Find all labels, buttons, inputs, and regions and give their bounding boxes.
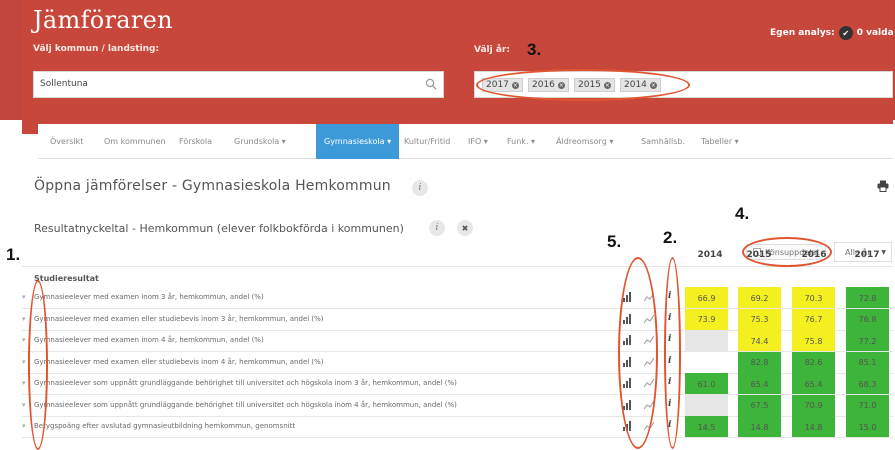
value-cell: 70.3 bbox=[792, 287, 835, 309]
value-cell: 71.0 bbox=[846, 394, 889, 417]
nav-item-samhallsb[interactable]: Samhällsb. bbox=[641, 124, 685, 159]
nav-item-kultur[interactable]: Kultur/Fritid bbox=[404, 124, 450, 159]
nav-item-aldreomsorg[interactable]: Äldreomsorg ▾ bbox=[556, 124, 613, 159]
value-cell: 72.8 bbox=[846, 287, 889, 309]
value-cell bbox=[685, 351, 728, 374]
valda-count: 0 valda bbox=[856, 28, 894, 38]
table-row[interactable]: ▾ Gymnasieelever med examen eller studieb… bbox=[22, 308, 893, 331]
value-cell bbox=[685, 394, 728, 417]
page-title: Öppna jämförelser - Gymnasieskola Hemkom… bbox=[34, 178, 391, 194]
value-cell: 61.0 bbox=[685, 373, 728, 395]
value-cell: 66.9 bbox=[685, 287, 728, 309]
section-title: Resultatnyckeltal - Hemkommun (elever fo… bbox=[34, 222, 404, 235]
highlight-ring bbox=[618, 257, 658, 449]
nav-item-ifo[interactable]: IFO ▾ bbox=[468, 124, 488, 159]
row-label: Gymnasieelever med examen inom 3 år, hem… bbox=[34, 293, 264, 301]
highlight-ring bbox=[742, 237, 832, 267]
value-cell: 74.4 bbox=[738, 330, 781, 352]
row-label: Betygspoäng efter avslutad gymnasieutbil… bbox=[34, 422, 296, 430]
nav-item-tabeller[interactable]: Tabeller ▾ bbox=[701, 124, 739, 159]
value-cell: 15.0 bbox=[846, 416, 889, 438]
info-icon[interactable]: i bbox=[412, 180, 428, 196]
info-icon[interactable]: i bbox=[429, 220, 445, 236]
value-cell: 75.8 bbox=[792, 330, 835, 352]
annotation-label: 2. bbox=[663, 228, 678, 247]
kommun-label: Välj kommun / landsting: bbox=[33, 44, 160, 54]
egen-analys[interactable]: Egen analys: ✔ 0 valda bbox=[770, 26, 894, 40]
print-icon[interactable] bbox=[877, 180, 889, 192]
check-icon: ✔ bbox=[838, 26, 853, 40]
main-nav: Översikt Om kommunen Förskola Grundskola… bbox=[38, 124, 893, 159]
kommun-search-input[interactable] bbox=[40, 79, 420, 89]
row-label: Gymnasieelever med examen inom 4 år, hem… bbox=[34, 336, 264, 344]
value-cell: 77.2 bbox=[846, 330, 889, 352]
value-cell: 82.8 bbox=[738, 351, 781, 374]
value-cell: 14.8 bbox=[738, 416, 781, 438]
table-row[interactable]: ▾ Gymnasieelever som uppnått grundläggand… bbox=[22, 394, 893, 417]
chevron-down-icon[interactable]: ▾ bbox=[22, 293, 26, 301]
value-cell: 14.8 bbox=[792, 416, 835, 438]
table-row[interactable]: ▾ Gymnasieelever med examen inom 4 år, he… bbox=[22, 330, 893, 352]
annotation-label: 5. bbox=[607, 232, 622, 251]
column-header-2014: 2014 bbox=[697, 250, 723, 260]
egen-analys-label: Egen analys: bbox=[770, 28, 835, 38]
annotation-label: 1. bbox=[6, 245, 21, 264]
search-icon[interactable] bbox=[425, 78, 437, 90]
table-row[interactable]: ▾ Gymnasieelever med examen inom 3 år, he… bbox=[22, 287, 893, 309]
table-row[interactable]: ▾ Betygspoäng efter avslutad gymnasieutbi… bbox=[22, 416, 893, 438]
value-cell: 68.3 bbox=[846, 373, 889, 395]
nav-item-oversikt[interactable]: Översikt bbox=[50, 124, 83, 159]
value-cell: 67.5 bbox=[738, 394, 781, 417]
value-cell: 76.7 bbox=[792, 308, 835, 331]
nav-item-funk[interactable]: Funk. ▾ bbox=[507, 124, 535, 159]
year-label: Välj år: bbox=[474, 45, 510, 55]
value-cell: 82.6 bbox=[792, 351, 835, 374]
kommun-search[interactable] bbox=[33, 71, 444, 98]
chevron-down-icon[interactable]: ▾ bbox=[22, 358, 26, 366]
value-cell: 65.4 bbox=[792, 373, 835, 395]
chevron-down-icon[interactable]: ▾ bbox=[22, 315, 26, 323]
row-label: Gymnasieelever med examen eller studiebe… bbox=[34, 314, 324, 323]
value-cell: 69.2 bbox=[738, 287, 781, 309]
app-title: Jämföraren bbox=[33, 6, 173, 34]
value-cell: 76.8 bbox=[846, 308, 889, 331]
column-header-2017: 2017 bbox=[854, 250, 880, 260]
divider bbox=[22, 266, 893, 267]
nav-item-gymnasieskola[interactable]: Gymnasieskola ▾ bbox=[316, 124, 400, 159]
nav-item-forskola[interactable]: Förskola bbox=[179, 124, 212, 159]
group-label: Studieresultat bbox=[34, 274, 99, 283]
chevron-down-icon[interactable]: ▾ bbox=[22, 401, 26, 409]
value-cell: 85.1 bbox=[846, 351, 889, 374]
annotation-label: 4. bbox=[735, 204, 750, 223]
row-label: Gymnasieelever med examen eller studiebe… bbox=[34, 357, 324, 366]
highlight-ring bbox=[28, 280, 48, 450]
value-cell: 14.5 bbox=[685, 416, 728, 438]
annotation-label: 3. bbox=[527, 40, 542, 59]
highlight-ring bbox=[664, 257, 681, 449]
table-row[interactable]: ▾ Gymnasieelever med examen eller studieb… bbox=[22, 351, 893, 374]
row-divider bbox=[22, 437, 893, 438]
table-row[interactable]: ▾ Gymnasieelever som uppnått grundläggand… bbox=[22, 373, 893, 395]
chevron-down-icon[interactable]: ▾ bbox=[22, 422, 26, 430]
value-cell: 75.3 bbox=[738, 308, 781, 331]
value-cell: 70.9 bbox=[792, 394, 835, 417]
close-icon[interactable]: ✖ bbox=[457, 220, 473, 236]
value-cell: 73.9 bbox=[685, 308, 728, 331]
chevron-down-icon[interactable]: ▾ bbox=[22, 336, 26, 344]
highlight-ring bbox=[476, 69, 690, 101]
row-label: Gymnasieelever som uppnått grundläggande… bbox=[34, 400, 457, 409]
chevron-down-icon[interactable]: ▾ bbox=[22, 379, 26, 387]
value-cell bbox=[685, 330, 728, 352]
value-cell: 65.4 bbox=[738, 373, 781, 395]
row-label: Gymnasieelever som uppnått grundläggande… bbox=[34, 379, 457, 387]
nav-item-om-kommunen[interactable]: Om kommunen bbox=[104, 124, 166, 159]
nav-item-grundskola[interactable]: Grundskola ▾ bbox=[234, 124, 286, 159]
